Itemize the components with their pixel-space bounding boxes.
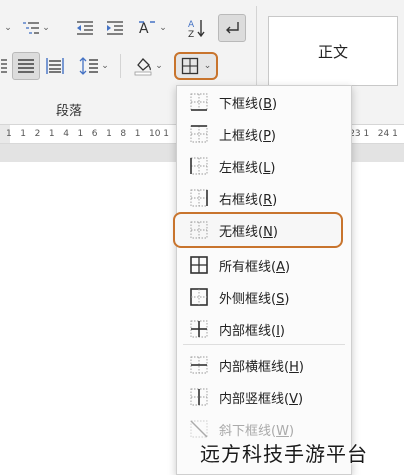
paragraph-group-label: 段落 <box>56 104 83 119</box>
chevron-down-icon: ⌄ <box>101 61 109 71</box>
menu-item-all-borders[interactable]: 所有框线(A) <box>177 249 351 281</box>
ruler-tick-label: 1 <box>392 129 398 139</box>
show-marks-button[interactable] <box>218 14 246 42</box>
decrease-indent-button[interactable] <box>72 16 98 40</box>
menu-item-no-border[interactable]: 无框线(N) <box>173 212 343 248</box>
top-border-icon <box>189 124 209 144</box>
inside-borders-icon <box>189 319 209 339</box>
sort-button[interactable]: AZ <box>184 16 210 40</box>
menu-item-label: 右框线(R) <box>219 192 278 208</box>
inside-horizontal-border-icon <box>189 355 209 375</box>
ruler-tick-label: 8 <box>120 129 127 139</box>
ruler-tick-label: 1 <box>6 129 12 139</box>
ruler-tick-label: 2 <box>34 129 41 139</box>
increase-indent-icon <box>107 21 123 35</box>
line-spacing-icon <box>79 57 99 75</box>
menu-item-label: 下框线(B) <box>219 96 278 112</box>
line-spacing-button[interactable]: ⌄ <box>74 54 114 78</box>
svg-text:A: A <box>188 20 195 30</box>
ruler-tick-label: 10 <box>149 129 161 139</box>
ruler-tick-label: 1 <box>134 129 141 139</box>
menu-separator <box>183 344 345 345</box>
style-normal[interactable]: 正文 <box>268 16 398 86</box>
diagonal-down-border-icon <box>189 419 209 439</box>
multilevel-list-icon <box>23 22 40 34</box>
left-border-icon <box>189 156 209 176</box>
increase-indent-button[interactable] <box>102 16 128 40</box>
ruler-tick-label: 4 <box>63 129 69 139</box>
ruler-tick-label: 24 <box>377 129 390 139</box>
borders-icon <box>181 57 198 75</box>
menu-item-label: 左框线(L) <box>219 160 276 176</box>
menu-item-label: 斜下框线(W) <box>219 423 295 439</box>
ruler-tick-label: 1 <box>106 129 112 139</box>
sort-icon: AZ <box>188 20 205 38</box>
decrease-indent-icon <box>77 21 93 35</box>
ruler-tick-label: 1 <box>363 129 370 139</box>
menu-item-label: 所有框线(A) <box>219 259 291 275</box>
multilevel-list-button[interactable]: ⌄ <box>20 16 52 40</box>
menu-item-inside-horizontal-border[interactable]: 内部横框线(H) <box>177 349 351 381</box>
bottom-border-icon <box>189 92 209 112</box>
svg-text:A: A <box>139 21 149 37</box>
asian-layout-button[interactable]: A ⌄ <box>134 16 170 40</box>
menu-item-label: 无框线(N) <box>219 224 278 240</box>
inside-vertical-border-icon <box>189 387 209 407</box>
ruler-tick-label: 6 <box>91 129 98 139</box>
justify-button[interactable] <box>12 52 40 80</box>
ruler-tick-label: 1 <box>48 129 55 139</box>
menu-item-label: 内部横框线(H) <box>219 359 304 375</box>
menu-item-label: 外侧框线(S) <box>219 291 290 307</box>
asian-layout-icon: A <box>139 21 156 37</box>
menu-item-left-border[interactable]: 左框线(L) <box>177 150 351 182</box>
distributed-icon <box>46 58 64 74</box>
menu-item-inside-vertical-border[interactable]: 内部竖框线(V) <box>177 381 351 413</box>
menu-item-inside-borders[interactable]: 内部框线(I) <box>177 313 351 345</box>
chevron-down-icon: ⌄ <box>4 23 12 33</box>
ruler-tick-label: 1 <box>77 129 84 139</box>
bullets-dropdown[interactable]: ⌄ <box>0 16 14 40</box>
menu-item-outside-borders[interactable]: 外侧框线(S) <box>177 281 351 313</box>
menu-item-bottom-border[interactable]: 下框线(B) <box>177 86 351 118</box>
no-border-icon <box>189 220 209 240</box>
chevron-down-icon: ⌄ <box>159 23 167 33</box>
all-borders-icon <box>189 255 209 275</box>
menu-item-label: 内部框线(I) <box>219 323 285 339</box>
right-border-icon <box>189 188 209 208</box>
distributed-align-button[interactable] <box>0 54 8 78</box>
chevron-down-icon: ⌄ <box>155 61 163 71</box>
shading-button[interactable]: ⌄ <box>128 54 168 78</box>
ruler-tick-label: 1 <box>20 129 27 139</box>
borders-button[interactable]: ⌄ <box>174 52 218 80</box>
menu-item-top-border[interactable]: 上框线(P) <box>177 118 351 150</box>
menu-item-right-border[interactable]: 右框线(R) <box>177 182 351 214</box>
justify-icon <box>18 59 34 73</box>
svg-text:Z: Z <box>188 30 194 38</box>
chevron-down-icon: ⌄ <box>42 23 50 33</box>
shading-icon <box>134 58 152 76</box>
menu-item-label: 上框线(P) <box>219 128 276 144</box>
ribbon-divider <box>120 54 121 78</box>
menu-item-label: 内部竖框线(V) <box>219 391 304 407</box>
chevron-down-icon: ⌄ <box>203 61 212 71</box>
watermark-text: 远方科技手游平台 <box>200 442 368 466</box>
show-marks-icon <box>226 22 239 34</box>
outside-borders-icon <box>189 287 209 307</box>
distributed-button[interactable] <box>42 54 68 78</box>
distributed-align-icon <box>1 59 7 73</box>
borders-dropdown-menu: 下框线(B) 上框线(P) 左框线(L) 右框线(R) 无框线(N) 所有框线(A) 外侧框… <box>173 85 352 475</box>
ruler-tick-label: 1 <box>163 129 170 139</box>
